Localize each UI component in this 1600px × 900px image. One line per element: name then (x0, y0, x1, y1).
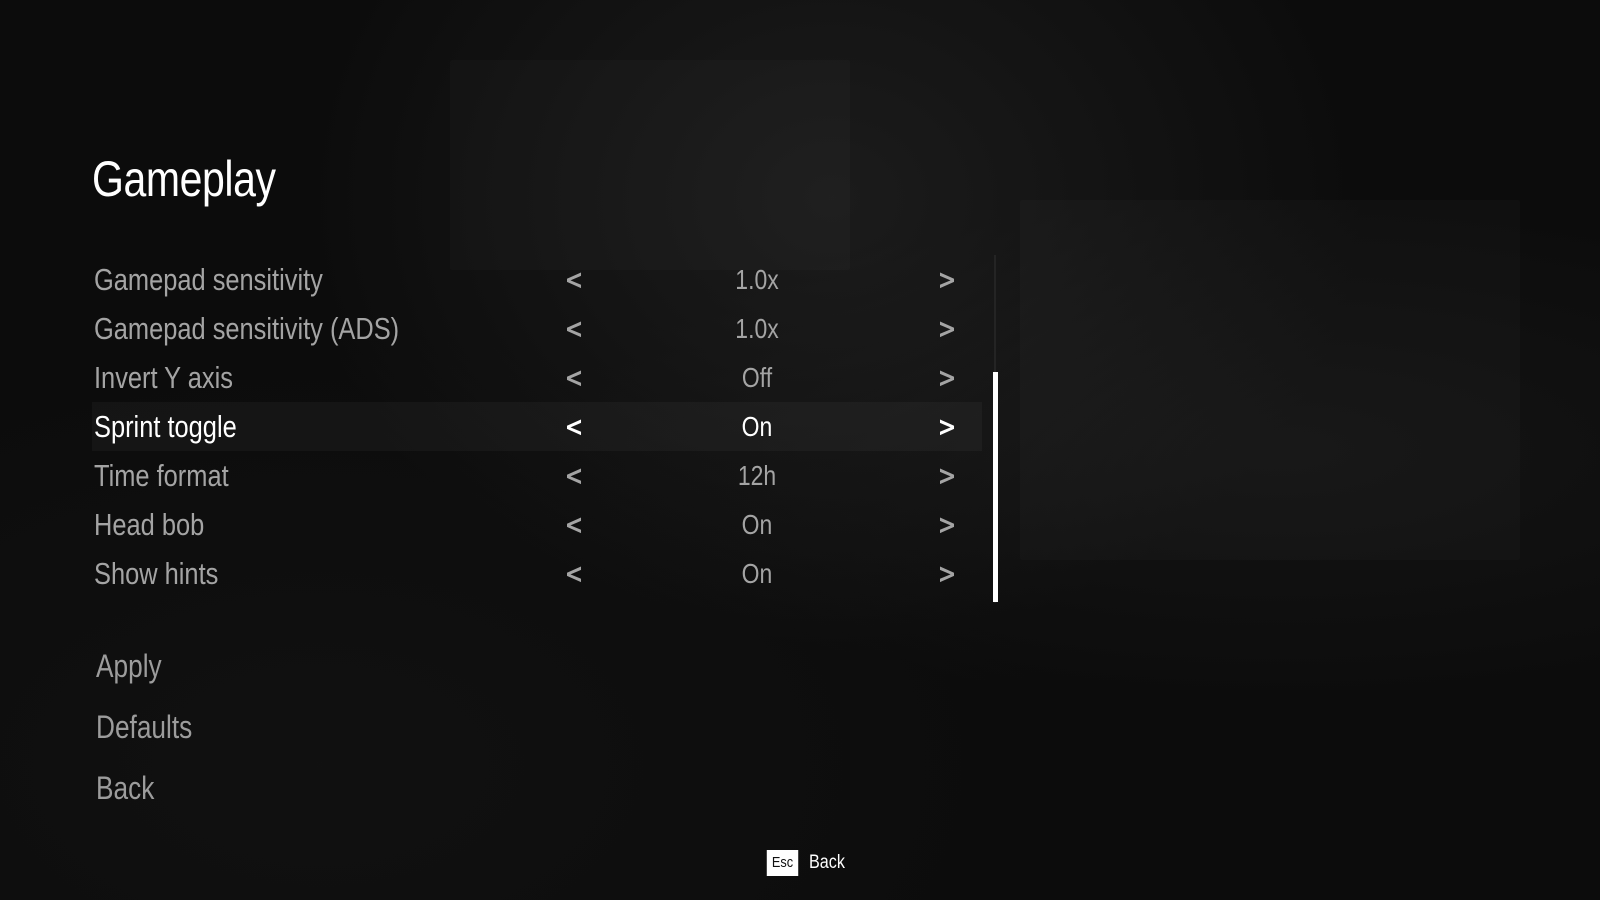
chevron-left-icon[interactable]: < (562, 557, 586, 590)
back-hint-label: Back (809, 852, 845, 873)
defaults-button[interactable]: Defaults (96, 701, 192, 762)
setting-row-time-format[interactable]: Time format < 12h > (92, 451, 982, 500)
chevron-right-icon[interactable]: > (935, 410, 959, 443)
chevron-right-icon[interactable]: > (935, 312, 959, 345)
setting-label: Sprint toggle (94, 408, 237, 444)
setting-value: 12h (737, 459, 777, 491)
setting-value: On (741, 410, 773, 442)
setting-label: Invert Y axis (94, 359, 233, 395)
setting-row-show-hints[interactable]: Show hints < On > (92, 549, 982, 598)
setting-row-sprint-toggle[interactable]: Sprint toggle < On > (92, 402, 982, 451)
chevron-right-icon[interactable]: > (935, 557, 959, 590)
setting-row-gamepad-sensitivity-ads[interactable]: Gamepad sensitivity (ADS) < 1.0x > (92, 304, 982, 353)
back-button[interactable]: Back (96, 762, 192, 823)
setting-label: Gamepad sensitivity (ADS) (94, 310, 400, 346)
setting-label: Time format (94, 457, 229, 493)
chevron-right-icon[interactable]: > (935, 263, 959, 296)
setting-label: Show hints (94, 555, 219, 591)
setting-row-head-bob[interactable]: Head bob < On > (92, 500, 982, 549)
esc-key-icon: Esc (766, 850, 799, 876)
setting-value: Off (741, 361, 773, 393)
page-title: Gameplay (92, 151, 276, 207)
scrollbar-thumb[interactable] (993, 372, 998, 602)
chevron-right-icon[interactable]: > (935, 508, 959, 541)
setting-value: On (741, 557, 773, 589)
back-key-hint[interactable]: Esc Back (764, 850, 851, 876)
chevron-left-icon[interactable]: < (562, 263, 586, 296)
chevron-left-icon[interactable]: < (562, 361, 586, 394)
settings-list: Gamepad sensitivity < 1.0x > Gamepad sen… (92, 255, 982, 598)
setting-value: 1.0x (735, 312, 779, 344)
apply-button[interactable]: Apply (96, 640, 192, 701)
action-menu: Apply Defaults Back (96, 640, 213, 823)
chevron-left-icon[interactable]: < (562, 508, 586, 541)
background-panel (1020, 200, 1520, 560)
setting-row-invert-y-axis[interactable]: Invert Y axis < Off > (92, 353, 982, 402)
chevron-right-icon[interactable]: > (935, 459, 959, 492)
chevron-left-icon[interactable]: < (562, 459, 586, 492)
setting-row-gamepad-sensitivity[interactable]: Gamepad sensitivity < 1.0x > (92, 255, 982, 304)
chevron-left-icon[interactable]: < (562, 312, 586, 345)
chevron-left-icon[interactable]: < (562, 410, 586, 443)
setting-value: On (741, 508, 773, 540)
setting-value: 1.0x (735, 263, 779, 295)
background-panel (450, 60, 850, 270)
setting-label: Gamepad sensitivity (94, 261, 323, 297)
chevron-right-icon[interactable]: > (935, 361, 959, 394)
setting-label: Head bob (94, 506, 205, 542)
